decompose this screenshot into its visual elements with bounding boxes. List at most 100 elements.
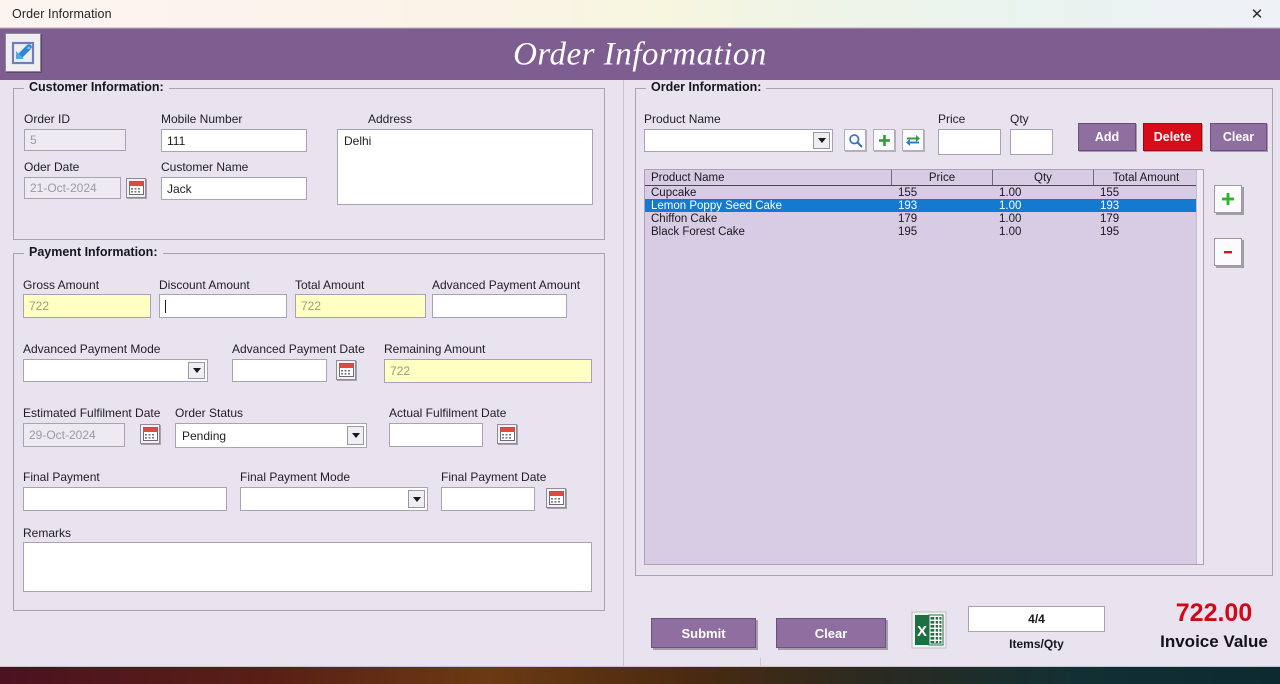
estimated-fulfilment-date-label: Estimated Fulfilment Date [23,406,160,420]
order-status-label: Order Status [175,406,243,420]
chevron-down-icon[interactable] [347,426,364,445]
cell-product-name: Lemon Poppy Seed Cake [645,199,892,212]
delete-button[interactable]: Delete [1143,123,1202,151]
remarks-input[interactable] [23,542,592,592]
payment-information-legend: Payment Information: [24,245,163,259]
cell-price: 179 [892,212,993,225]
final-payment-date-calendar-icon[interactable] [546,488,566,508]
invoice-value: 722.00 [1124,599,1280,628]
total-amount-label: Total Amount [295,278,364,292]
order-information-legend: Order Information: [646,80,766,94]
estimated-fulfilment-date-calendar-icon[interactable] [140,424,160,444]
final-payment-date-input[interactable] [441,487,535,511]
chevron-down-icon[interactable] [408,490,425,508]
excel-icon[interactable]: X [910,609,948,651]
refresh-icon[interactable] [902,129,924,151]
plus-icon[interactable] [873,129,895,151]
clear-form-button[interactable]: Clear [776,618,886,648]
gross-amount-label: Gross Amount [23,278,99,292]
add-row-button[interactable] [1214,185,1242,213]
left-pane: Customer Information: Order ID 5 Oder Da… [0,80,623,667]
order-items-table[interactable]: Product Name Price Qty Total Amount Cupc… [644,169,1204,565]
price-label: Price [938,112,965,126]
total-amount-input[interactable]: 722 [295,294,426,318]
clear-entry-button[interactable]: Clear [1210,123,1267,151]
payment-information-group: Payment Information: Gross Amount 722 Di… [13,253,605,611]
right-pane: Order Information: Product Name [624,80,1280,667]
cell-total-amount: 195 [1094,225,1198,238]
table-row[interactable]: Chiffon Cake1791.00179 [645,212,1203,225]
advanced-payment-amount-input[interactable] [432,294,567,318]
remaining-amount-input[interactable]: 722 [384,359,592,383]
customer-name-input[interactable]: Jack [161,177,307,200]
cell-total-amount: 179 [1094,212,1198,225]
actual-fulfilment-date-input[interactable] [389,423,483,447]
qty-input[interactable] [1010,129,1053,155]
page-title: Order Information [0,36,1280,73]
chevron-down-icon[interactable] [813,132,830,149]
table-row[interactable]: Cupcake1551.00155 [645,186,1203,199]
order-id-label: Order ID [24,112,70,126]
advanced-payment-date-calendar-icon[interactable] [336,360,356,380]
order-date-input[interactable]: 21-Oct-2024 [24,177,121,199]
order-information-group: Order Information: Product Name [635,88,1273,576]
column-header-total-amount[interactable]: Total Amount [1094,170,1198,185]
order-date-label: Oder Date [24,160,79,174]
mobile-number-label: Mobile Number [161,112,242,126]
customer-information-group: Customer Information: Order ID 5 Oder Da… [13,88,605,240]
close-icon[interactable]: ✕ [1234,0,1280,28]
chevron-down-icon[interactable] [188,362,205,379]
final-payment-label: Final Payment [23,470,100,484]
address-input[interactable]: Delhi [337,129,593,205]
gross-amount-input[interactable]: 722 [23,294,151,318]
column-header-qty[interactable]: Qty [993,170,1094,185]
order-id-input[interactable]: 5 [24,129,126,151]
app-header: Order Information [0,28,1280,80]
desktop-background-strip [0,667,1280,684]
customer-name-label: Customer Name [161,160,248,174]
final-payment-date-label: Final Payment Date [441,470,546,484]
order-status-select[interactable]: Pending [175,423,367,448]
advanced-payment-date-label: Advanced Payment Date [232,342,365,356]
items-qty-label: Items/Qty [968,637,1105,651]
cell-product-name: Cupcake [645,186,892,199]
discount-amount-input[interactable] [159,294,287,318]
column-header-product-name[interactable]: Product Name [645,170,892,185]
cell-total-amount: 193 [1094,199,1198,212]
column-header-price[interactable]: Price [892,170,993,185]
product-name-select[interactable] [644,129,833,152]
actual-fulfilment-date-label: Actual Fulfilment Date [389,406,506,420]
cell-qty: 1.00 [993,212,1094,225]
remove-row-button[interactable] [1214,238,1242,266]
mobile-number-input[interactable]: 111 [161,129,307,152]
cell-price: 155 [892,186,993,199]
final-payment-input[interactable] [23,487,227,511]
estimated-fulfilment-date-input[interactable]: 29-Oct-2024 [23,423,125,447]
customer-information-legend: Customer Information: [24,80,169,94]
advanced-payment-mode-select[interactable] [23,359,208,382]
form-body: Customer Information: Order ID 5 Oder Da… [0,80,1280,667]
search-icon[interactable] [844,129,866,151]
order-date-calendar-icon[interactable] [126,178,146,198]
actual-fulfilment-date-calendar-icon[interactable] [497,424,517,444]
items-qty-value: 4/4 [968,606,1105,632]
final-payment-mode-select[interactable] [240,487,428,511]
table-row[interactable]: Lemon Poppy Seed Cake1931.00193 [645,199,1203,212]
cell-qty: 1.00 [993,225,1094,238]
remarks-label: Remarks [23,526,71,540]
table-header-row: Product Name Price Qty Total Amount [645,170,1203,186]
svg-text:X: X [917,623,927,640]
advanced-payment-amount-label: Advanced Payment Amount [432,278,580,292]
advanced-payment-date-input[interactable] [232,359,327,382]
table-row[interactable]: Black Forest Cake1951.00195 [645,225,1203,238]
submit-button[interactable]: Submit [651,618,756,648]
add-button[interactable]: Add [1078,123,1136,151]
table-scrollbar[interactable] [1196,170,1203,564]
address-label: Address [368,112,412,126]
price-input[interactable] [938,129,1001,155]
cell-price: 193 [892,199,993,212]
cell-total-amount: 155 [1094,186,1198,199]
qty-label: Qty [1010,112,1029,126]
final-payment-mode-label: Final Payment Mode [240,470,350,484]
cell-qty: 1.00 [993,186,1094,199]
